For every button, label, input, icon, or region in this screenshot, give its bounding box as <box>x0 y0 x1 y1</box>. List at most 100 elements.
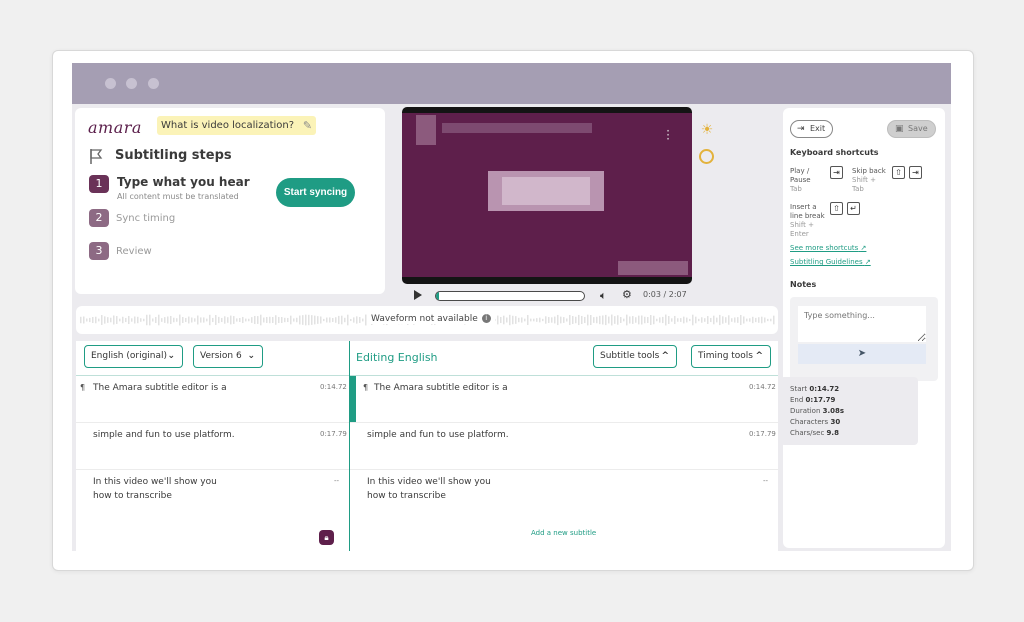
waveform-bar <box>497 315 499 325</box>
window-dot-maximize[interactable] <box>148 78 159 89</box>
waveform-bar <box>641 315 643 325</box>
waveform-bar <box>653 315 655 325</box>
waveform-bar <box>725 317 727 323</box>
more-options-icon[interactable]: · · · <box>666 125 670 145</box>
waveform-bar <box>599 315 601 325</box>
waveform-bar <box>329 317 331 323</box>
waveform-bar <box>515 316 517 324</box>
waveform-bar <box>173 317 175 323</box>
waveform-bar <box>182 316 184 324</box>
app-window: amara What is video localization? ✎ Subt… <box>72 63 951 551</box>
language-select[interactable]: English (original) ⌄ <box>84 345 183 368</box>
waveform-bar <box>260 314 262 326</box>
waveform-bar <box>656 318 658 322</box>
editing-row-1-time[interactable]: 0:14.72 <box>749 383 776 391</box>
waveform-bar <box>569 314 571 326</box>
see-more-shortcuts-link[interactable]: See more shortcuts ↗ <box>790 244 866 252</box>
volume-icon[interactable]: 🔈︎ <box>600 289 607 303</box>
video-player[interactable]: · · · <box>402 107 692 284</box>
subtitling-guidelines-link[interactable]: Subtitling Guidelines ↗ <box>790 258 871 266</box>
waveform-bar <box>275 315 277 325</box>
info-icon[interactable]: i <box>481 314 491 323</box>
waveform-bar <box>224 316 226 324</box>
waveform-bar <box>530 318 532 322</box>
subtitle-tools-button[interactable]: Subtitle tools ^ <box>593 345 677 368</box>
save-label: Save <box>908 124 928 133</box>
original-row-3-line-2: how to transcribe <box>93 491 172 501</box>
send-note-button[interactable]: ➤ <box>798 344 926 364</box>
waveform-bar <box>665 314 667 326</box>
shortcut-play-label-1: Play / <box>790 167 810 175</box>
waveform-bar <box>620 317 622 323</box>
waveform-bar <box>647 317 649 323</box>
waveform-bar <box>503 315 505 325</box>
add-subtitle-link[interactable]: Add a new subtitle <box>531 529 596 537</box>
shortcut-insert-key-2: Enter <box>790 230 809 238</box>
original-row-1-text: The Amara subtitle editor is a <box>93 383 227 393</box>
waveform-bar <box>632 316 634 324</box>
waveform-bar <box>122 316 124 324</box>
waveform-bar <box>767 318 769 322</box>
waveform-bar <box>242 316 244 324</box>
timing-tools-button[interactable]: Timing tools ^ <box>691 345 771 368</box>
window-dot-minimize[interactable] <box>126 78 137 89</box>
window-dot-close[interactable] <box>105 78 116 89</box>
contrast-icon[interactable] <box>699 149 714 164</box>
lock-icon[interactable]: 🔒︎ <box>319 530 334 545</box>
send-icon: ➤ <box>857 348 867 359</box>
waveform-bar <box>131 318 133 322</box>
waveform-bar <box>626 314 628 326</box>
waveform-bar <box>113 315 115 325</box>
exit-button[interactable]: ⇥ Exit <box>790 120 833 138</box>
notes-box: ➤ <box>790 297 938 381</box>
editing-row-3-time[interactable]: -- <box>763 477 768 485</box>
waveform-bar <box>107 317 109 323</box>
editing-row-3-line-2[interactable]: how to transcribe <box>367 489 446 503</box>
language-select-value: English (original) <box>91 351 168 361</box>
waveform-bar <box>698 318 700 322</box>
waveform-bar <box>614 316 616 324</box>
editing-row-2-text[interactable]: simple and fun to use platform. <box>367 428 509 442</box>
waveform-bar <box>335 317 337 323</box>
version-select[interactable]: Version 6 ⌄ <box>193 345 263 368</box>
original-row-3-line-1: In this video we'll show you <box>93 477 217 487</box>
waveform-bar <box>164 317 166 323</box>
waveform-bar <box>152 318 154 322</box>
waveform-bar <box>140 318 142 322</box>
waveform-bar <box>359 317 361 323</box>
waveform-bar <box>86 318 88 322</box>
start-syncing-button[interactable]: Start syncing <box>276 178 355 207</box>
localization-link[interactable]: What is video localization? ✎ <box>157 116 317 135</box>
waveform-bar <box>764 317 766 323</box>
editing-row-2-time[interactable]: 0:17.79 <box>749 430 776 438</box>
waveform-bar <box>317 316 319 324</box>
waveform-bar <box>83 316 85 324</box>
waveform-bar <box>185 317 187 323</box>
waveform-bar <box>734 317 736 323</box>
waveform-status-text: Waveform not available <box>371 314 478 324</box>
editing-row-1-text[interactable]: The Amara subtitle editor is a <box>374 381 508 395</box>
settings-gear-icon[interactable]: ⚙ <box>622 288 632 301</box>
brightness-icon[interactable]: ☀ <box>699 122 715 138</box>
waveform-bar <box>650 315 652 325</box>
waveform-bar <box>545 316 547 324</box>
notes-input[interactable] <box>798 306 926 342</box>
chevron-down-icon: ⌄ <box>247 351 255 361</box>
waveform-bar <box>707 316 709 324</box>
waveform-bar <box>323 318 325 322</box>
progress-bar[interactable] <box>435 291 585 301</box>
waveform-bar <box>644 316 646 324</box>
editing-row-3-line-1[interactable]: In this video we'll show you <box>367 475 491 489</box>
waveform-bar <box>143 318 145 322</box>
waveform-bar <box>353 317 355 323</box>
shortcut-skip-label: Skip back <box>852 167 886 175</box>
waveform-bar <box>293 318 295 322</box>
save-button[interactable]: ▣ Save <box>887 120 936 138</box>
waveform-bar <box>575 316 577 324</box>
waveform-bar <box>683 316 685 324</box>
waveform-bar <box>602 315 604 325</box>
waveform-bar <box>311 315 313 325</box>
waveform-bar <box>326 317 328 323</box>
waveform-bar <box>554 316 556 324</box>
play-icon[interactable] <box>414 290 422 300</box>
